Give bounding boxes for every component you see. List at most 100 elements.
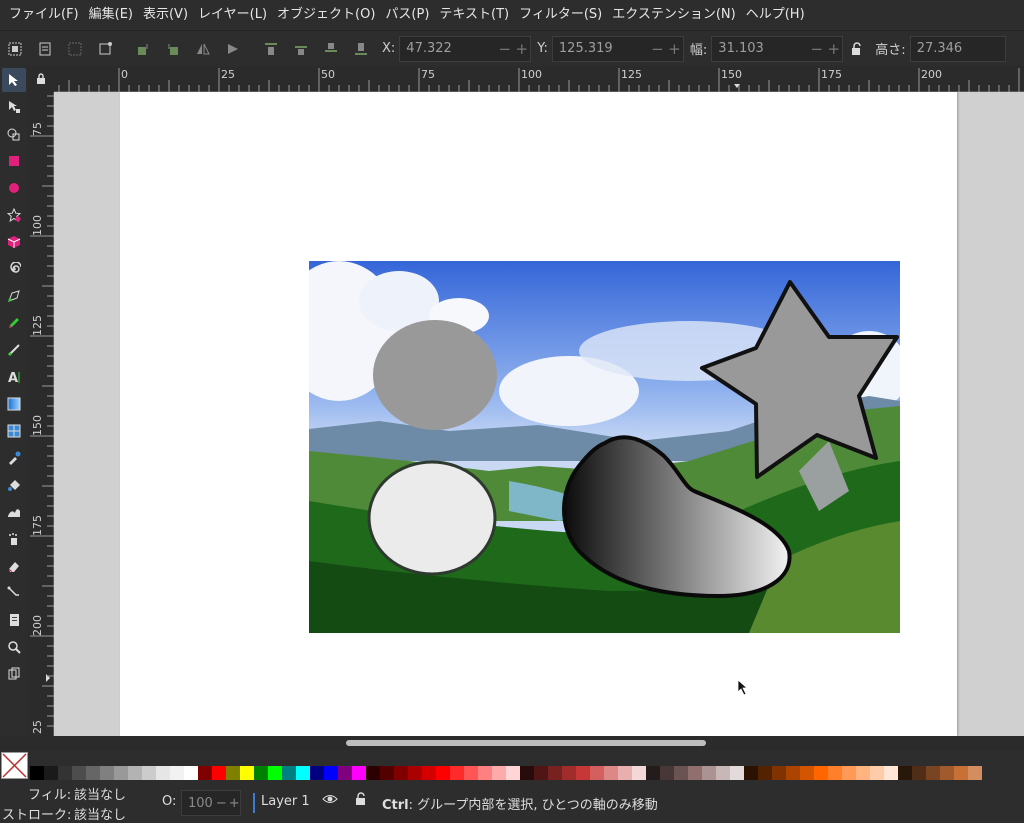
height-input[interactable] (910, 36, 1003, 61)
menu-text[interactable]: テキスト(T) (434, 0, 514, 30)
color-swatch[interactable] (800, 766, 814, 780)
color-swatch[interactable] (968, 766, 982, 780)
color-swatch[interactable] (926, 766, 940, 780)
color-swatch[interactable] (142, 766, 156, 780)
color-swatch[interactable] (156, 766, 170, 780)
color-swatch[interactable] (702, 766, 716, 780)
color-swatch[interactable] (884, 766, 898, 780)
document-page[interactable] (120, 92, 957, 736)
color-swatch[interactable] (618, 766, 632, 780)
color-swatch[interactable] (114, 766, 128, 780)
text-tool-icon[interactable]: A (2, 365, 26, 389)
color-swatch[interactable] (380, 766, 394, 780)
menu-view[interactable]: 表示(V) (138, 0, 193, 30)
spiral-tool-icon[interactable] (2, 257, 26, 281)
gradient-tool-icon[interactable] (2, 392, 26, 416)
paint-bucket-tool-icon[interactable] (2, 473, 26, 497)
color-swatch[interactable] (660, 766, 674, 780)
layer-lock-icon[interactable] (354, 792, 368, 810)
color-swatch[interactable] (352, 766, 366, 780)
stroke-value[interactable]: 該当なし (74, 804, 126, 823)
color-swatch[interactable] (772, 766, 786, 780)
color-swatch[interactable] (590, 766, 604, 780)
light-ellipse[interactable] (367, 460, 497, 576)
mesh-tool-icon[interactable] (2, 419, 26, 443)
x-field[interactable]: − + (399, 35, 532, 62)
ruler-corner-lock-icon[interactable] (28, 66, 54, 92)
x-decrement-button[interactable]: − (496, 40, 513, 58)
color-swatch[interactable] (212, 766, 226, 780)
color-swatch[interactable] (842, 766, 856, 780)
color-swatch[interactable] (408, 766, 422, 780)
pen-tool-icon[interactable] (2, 284, 26, 308)
width-input[interactable] (712, 36, 809, 61)
color-swatch[interactable] (870, 766, 884, 780)
flip-vertical-icon[interactable] (222, 38, 244, 60)
star-tool-icon[interactable] (2, 203, 26, 227)
scrollbar-thumb[interactable] (346, 740, 706, 746)
node-tool-icon[interactable] (2, 95, 26, 119)
color-swatch[interactable] (184, 766, 198, 780)
ellipse-tool-icon[interactable] (2, 176, 26, 200)
color-swatch[interactable] (282, 766, 296, 780)
color-swatch[interactable] (86, 766, 100, 780)
y-field[interactable]: − + (551, 35, 684, 62)
color-swatch[interactable] (758, 766, 772, 780)
opacity-decrement-button[interactable]: − (213, 796, 227, 811)
rotate-cw-icon[interactable] (162, 38, 184, 60)
color-swatch[interactable] (310, 766, 324, 780)
x-input[interactable] (400, 36, 497, 61)
current-layer[interactable]: Layer 1 (261, 794, 310, 809)
lower-to-bottom-icon[interactable] (350, 38, 372, 60)
rotate-ccw-icon[interactable] (132, 38, 154, 60)
pages-tool-icon[interactable] (2, 608, 26, 632)
color-swatch[interactable] (198, 766, 212, 780)
color-swatch[interactable] (478, 766, 492, 780)
color-swatch[interactable] (338, 766, 352, 780)
width-increment-button[interactable]: + (825, 40, 842, 58)
selector-tool-icon[interactable] (2, 68, 26, 92)
color-swatch[interactable] (128, 766, 142, 780)
eraser-tool-icon[interactable] (2, 554, 26, 578)
color-swatch[interactable] (240, 766, 254, 780)
menu-edit[interactable]: 編集(E) (84, 0, 138, 30)
y-decrement-button[interactable]: − (649, 40, 666, 58)
layer-visibility-icon[interactable] (322, 792, 338, 810)
fill-value[interactable]: 該当なし (74, 784, 126, 803)
color-swatch[interactable] (422, 766, 436, 780)
color-swatch[interactable] (296, 766, 310, 780)
color-swatch[interactable] (744, 766, 758, 780)
lock-ratio-icon[interactable] (845, 38, 867, 60)
select-all-icon[interactable] (4, 38, 26, 60)
color-swatch[interactable] (604, 766, 618, 780)
color-swatch[interactable] (170, 766, 184, 780)
color-swatch[interactable] (100, 766, 114, 780)
color-swatch[interactable] (254, 766, 268, 780)
color-swatch[interactable] (716, 766, 730, 780)
select-all-layers-icon[interactable] (34, 38, 56, 60)
opacity-field[interactable]: 100 − + (181, 790, 241, 816)
color-swatch[interactable] (562, 766, 576, 780)
y-increment-button[interactable]: + (666, 40, 683, 58)
color-swatch[interactable] (674, 766, 688, 780)
color-swatch[interactable] (436, 766, 450, 780)
opacity-increment-button[interactable]: + (227, 796, 240, 811)
raise-to-top-icon[interactable] (260, 38, 282, 60)
zoom-tool-icon[interactable] (2, 635, 26, 659)
height-field[interactable] (909, 35, 1006, 62)
x-increment-button[interactable]: + (513, 40, 530, 58)
menu-help[interactable]: ヘルプ(H) (741, 0, 810, 30)
menu-extensions[interactable]: エクステンション(N) (607, 0, 740, 30)
color-swatch[interactable] (464, 766, 478, 780)
color-swatch[interactable] (492, 766, 506, 780)
rectangle-tool-icon[interactable] (2, 149, 26, 173)
tweak-tool-icon[interactable] (2, 500, 26, 524)
color-swatch[interactable] (268, 766, 282, 780)
color-swatch[interactable] (688, 766, 702, 780)
color-swatch[interactable] (58, 766, 72, 780)
no-paint-swatch[interactable] (1, 752, 28, 779)
color-swatch[interactable] (954, 766, 968, 780)
color-swatch[interactable] (534, 766, 548, 780)
shape-builder-tool-icon[interactable] (2, 122, 26, 146)
color-swatch[interactable] (450, 766, 464, 780)
